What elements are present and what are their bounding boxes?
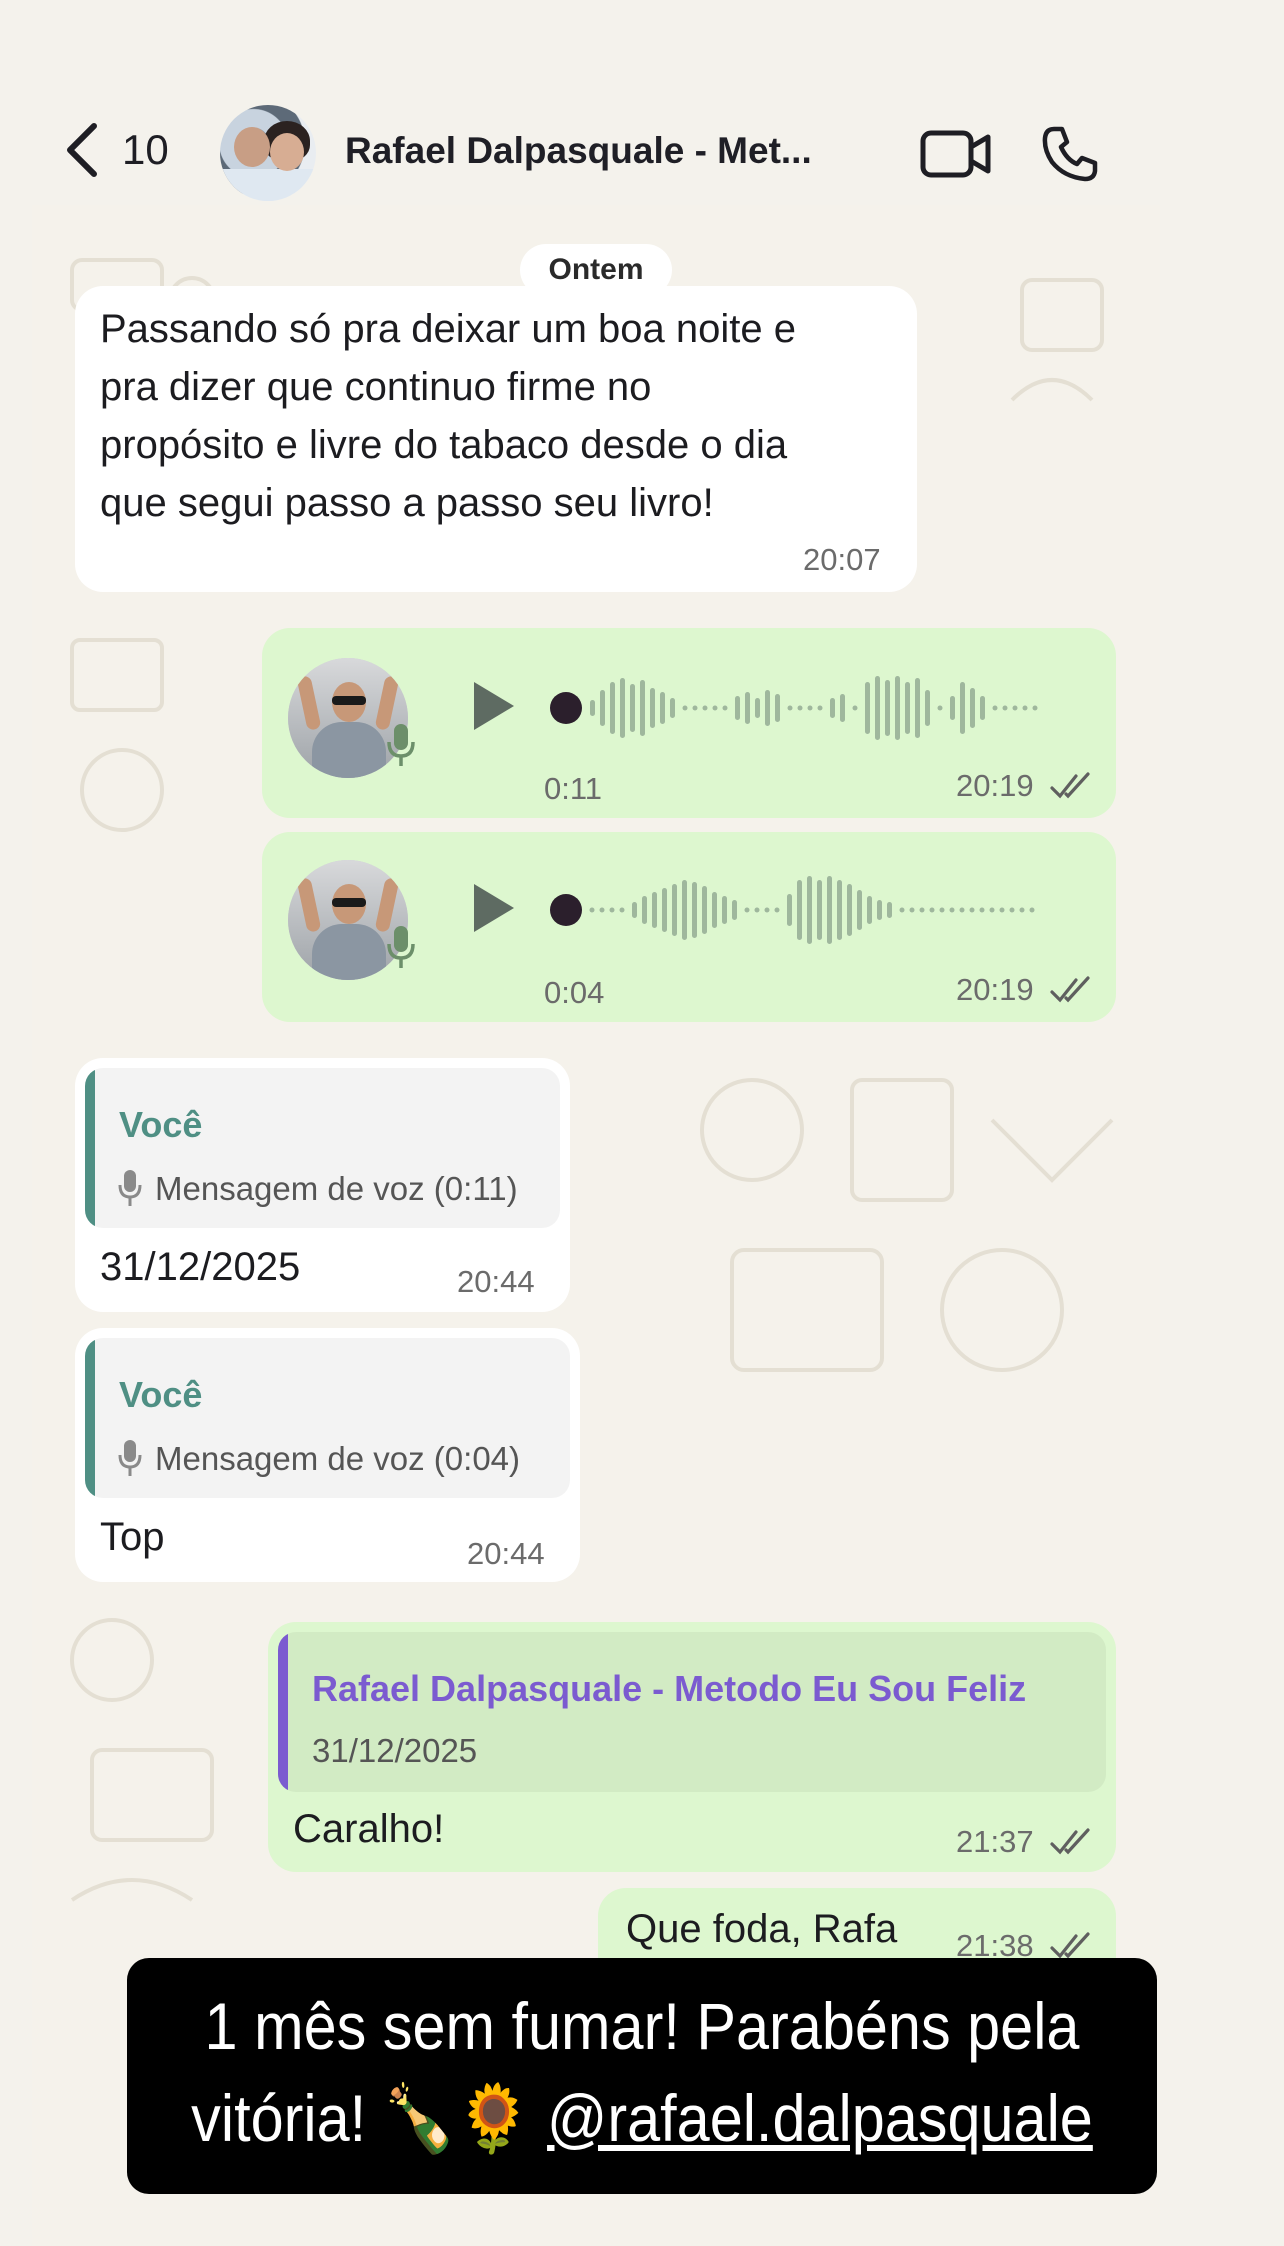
quote-accent-bar: [85, 1338, 95, 1498]
story-caption: 1 mês sem fumar! Parabéns pela vitória! …: [127, 1958, 1157, 2194]
read-receipt-icon: [1050, 1828, 1090, 1855]
caption-line-2: vitória! 🍾🌻 @rafael.dalpasquale: [179, 2078, 1106, 2158]
quote-text: Mensagem de voz (0:04): [155, 1440, 521, 1477]
play-icon[interactable]: [468, 678, 518, 734]
mention-link[interactable]: @rafael.dalpasquale: [547, 2081, 1093, 2155]
microphone-icon: [387, 724, 415, 766]
quoted-message[interactable]: Você Mensagem de voz (0:11): [85, 1068, 560, 1228]
read-receipt-icon: [1050, 976, 1090, 1003]
message-time: 20:44: [467, 1536, 545, 1571]
caption-line-1: 1 mês sem fumar! Parabéns pela: [204, 1989, 1080, 2063]
audio-waveform[interactable]: [550, 870, 1070, 950]
microphone-icon: [387, 926, 415, 968]
contact-name[interactable]: Rafael Dalpasquale - Met...: [345, 130, 812, 172]
quote-author: Você: [119, 1374, 203, 1415]
message-time: 20:19: [956, 768, 1034, 803]
quote-author: Rafael Dalpasquale - Metodo Eu Sou Feliz: [312, 1668, 1027, 1709]
message-time: 20:19: [956, 972, 1034, 1007]
quote-text: 31/12/2025: [312, 1732, 478, 1769]
message-text: 31/12/2025: [100, 1245, 301, 1289]
caption-line-2-text: vitória! 🍾🌻: [191, 2081, 548, 2155]
message-time: 20:07: [803, 542, 881, 577]
quoted-message[interactable]: Você Mensagem de voz (0:04): [85, 1338, 570, 1498]
message-line: propósito e livre do tabaco desde o dia: [100, 423, 788, 467]
quote-text: Mensagem de voz (0:11): [155, 1170, 518, 1207]
chat-header: 10 Rafael Dalpasquale - Met...: [0, 0, 1284, 205]
message-text: Passando só pra deixar um boa noite e pr…: [100, 300, 796, 532]
quoted-message[interactable]: Rafael Dalpasquale - Metodo Eu Sou Feliz…: [278, 1632, 1106, 1792]
incoming-reply-message[interactable]: Você Mensagem de voz (0:11) 31/12/2025 2…: [75, 1058, 570, 1312]
message-time: 20:44: [457, 1264, 535, 1299]
outgoing-reply-message[interactable]: Rafael Dalpasquale - Metodo Eu Sou Feliz…: [268, 1622, 1116, 1872]
outgoing-voice-message[interactable]: 0:11 20:19: [262, 628, 1116, 818]
message-text: Top: [100, 1515, 165, 1559]
play-icon[interactable]: [468, 880, 518, 936]
message-line: que segui passo a passo seu livro!: [100, 481, 714, 525]
wallpaper-doodle: [700, 1078, 1114, 1372]
voice-duration: 0:04: [544, 975, 605, 1010]
message-line: Passando só pra deixar um boa noite e: [100, 307, 796, 351]
message-line: pra dizer que continuo firme no: [100, 365, 652, 409]
contact-avatar[interactable]: [220, 105, 316, 201]
outgoing-voice-message[interactable]: 0:04 20:19: [262, 832, 1116, 1022]
message-time: 21:37: [956, 1824, 1034, 1859]
voice-duration: 0:11: [544, 771, 603, 806]
phone-call-icon[interactable]: [1040, 124, 1100, 184]
microphone-icon: [118, 1170, 142, 1206]
audio-waveform[interactable]: [550, 668, 1070, 748]
message-text: Caralho!: [293, 1807, 445, 1851]
incoming-message[interactable]: Passando só pra deixar um boa noite e pr…: [75, 286, 917, 592]
wallpaper-doodle: [1010, 278, 1104, 402]
wallpaper-doodle: [70, 1618, 214, 1902]
read-receipt-icon: [1050, 772, 1090, 799]
unread-count: 10: [122, 126, 169, 173]
incoming-reply-message[interactable]: Você Mensagem de voz (0:04) Top 20:44: [75, 1328, 580, 1582]
wallpaper-doodle: [70, 638, 164, 832]
microphone-icon: [118, 1440, 142, 1476]
quote-author: Você: [119, 1104, 203, 1145]
message-text: Que foda, Rafa: [626, 1907, 898, 1951]
back-button[interactable]: 10: [60, 120, 169, 180]
chevron-left-icon: [67, 123, 97, 177]
quote-accent-bar: [85, 1068, 95, 1228]
video-call-icon[interactable]: [920, 127, 992, 181]
quote-accent-bar: [278, 1632, 288, 1792]
